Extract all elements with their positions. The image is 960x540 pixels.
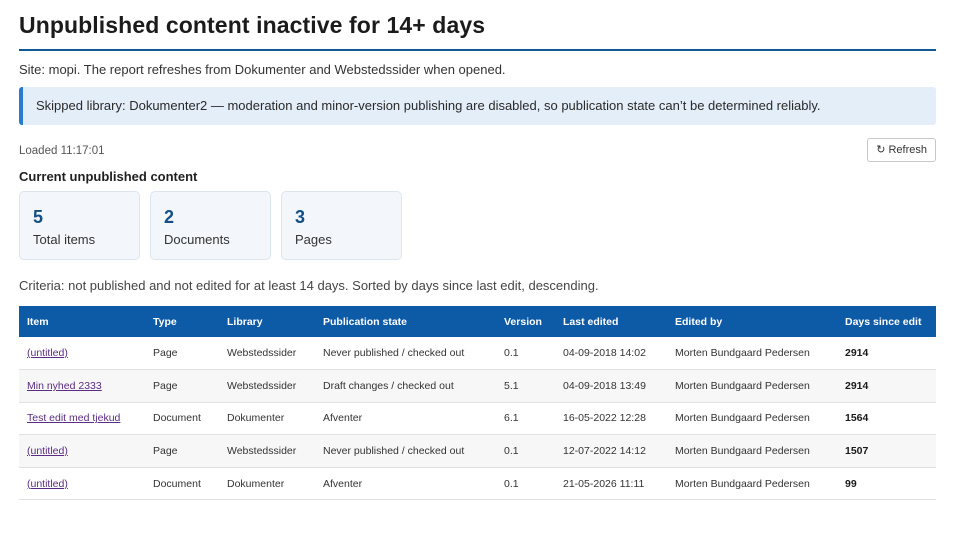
cell-item: (untitled) [19, 337, 145, 370]
title-divider [19, 49, 936, 51]
cell-item: Test edit med tjekud [19, 402, 145, 435]
cell-type: Page [153, 445, 178, 458]
cell-item: (untitled) [19, 435, 145, 468]
refresh-label: Refresh [888, 144, 927, 156]
cell-last-edited: 16-05-2022 12:28 [563, 412, 646, 425]
cell-edited-by: Morten Bundgaard Pedersen [675, 477, 810, 490]
col-header-item: Item [27, 315, 49, 328]
card-documents: 2 Documents [150, 191, 271, 260]
cell-days-since-edit: 2914 [845, 379, 869, 392]
cell-last-edited: 21-05-2026 11:11 [563, 477, 645, 490]
table-row: (untitled) Page Webstedssider Never publ… [19, 337, 936, 370]
cell-last-edited: 04-09-2018 13:49 [563, 379, 646, 392]
card-number: 5 [33, 207, 44, 227]
item-link[interactable]: Test edit med tjekud [27, 412, 120, 424]
cell-item: Min nyhed 2333 [19, 370, 145, 403]
cell-version: 0.1 [504, 445, 519, 458]
col-header-library: Library [227, 315, 263, 328]
cell-version: 0.1 [504, 347, 519, 360]
item-link[interactable]: (untitled) [27, 347, 68, 359]
site-description: Site: mopi. The report refreshes from Do… [19, 62, 506, 77]
cell-type: Page [153, 347, 178, 360]
section-heading: Current unpublished content [19, 169, 198, 184]
page-title: Unpublished content inactive for 14+ day… [19, 12, 486, 38]
unpublished-content-table: Item Type Library Publication state Vers… [19, 306, 936, 500]
card-number: 3 [295, 207, 306, 227]
skipped-library-notice: Skipped library: Dokumenter2 — moderatio… [19, 87, 936, 125]
card-total-items: 5 Total items [19, 191, 140, 260]
cell-edited-by: Morten Bundgaard Pedersen [675, 347, 810, 360]
cell-publication-state: Never published / checked out [323, 347, 465, 360]
item-link[interactable]: Min nyhed 2333 [27, 380, 102, 392]
loaded-timestamp: Loaded 11:17:01 [19, 145, 105, 157]
cell-item: (untitled) [19, 467, 145, 500]
col-header-last-edited: Last edited [563, 315, 619, 328]
cell-publication-state: Never published / checked out [323, 445, 465, 458]
card-number: 2 [164, 207, 175, 227]
cell-days-since-edit: 99 [845, 477, 857, 490]
refresh-button[interactable]: ↻ Refresh [867, 138, 936, 162]
cell-publication-state: Draft changes / checked out [323, 379, 454, 392]
card-label: Total items [33, 232, 96, 247]
table-row: (untitled) Document Dokumenter Afventer … [19, 467, 936, 500]
card-label: Documents [164, 232, 230, 247]
cell-days-since-edit: 2914 [845, 347, 869, 360]
table-row: (untitled) Page Webstedssider Never publ… [19, 434, 936, 468]
cell-last-edited: 04-09-2018 14:02 [563, 347, 646, 360]
table-row: Test edit med tjekud Document Dokumenter… [19, 402, 936, 435]
cell-edited-by: Morten Bundgaard Pedersen [675, 379, 810, 392]
card-label: Pages [295, 232, 332, 247]
cell-days-since-edit: 1507 [845, 445, 869, 458]
cell-publication-state: Afventer [323, 477, 363, 490]
table-header-row: Item Type Library Publication state Vers… [19, 306, 936, 337]
loaded-row: Loaded 11:17:01 ↻ Refresh [19, 138, 936, 164]
item-link[interactable]: (untitled) [27, 478, 68, 490]
cell-days-since-edit: 1564 [845, 412, 869, 425]
report-page: Unpublished content inactive for 14+ day… [0, 0, 960, 500]
cell-type: Document [153, 477, 201, 490]
item-link[interactable]: (untitled) [27, 445, 68, 457]
cell-type: Document [153, 412, 201, 425]
card-pages: 3 Pages [281, 191, 402, 260]
col-header-publication-state: Publication state [323, 315, 408, 328]
table-row: Min nyhed 2333 Page Webstedssider Draft … [19, 369, 936, 403]
col-header-type: Type [153, 315, 177, 328]
criteria-text: Criteria: not published and not edited f… [19, 278, 599, 293]
cell-library: Webstedssider [227, 379, 297, 392]
refresh-icon: ↻ [876, 144, 886, 156]
col-header-edited-by: Edited by [675, 315, 723, 328]
cell-version: 6.1 [504, 412, 519, 425]
cell-library: Dokumenter [227, 477, 285, 490]
cell-edited-by: Morten Bundgaard Pedersen [675, 445, 810, 458]
cell-library: Dokumenter [227, 412, 285, 425]
col-header-version: Version [504, 315, 542, 328]
cell-edited-by: Morten Bundgaard Pedersen [675, 412, 810, 425]
cell-type: Page [153, 379, 178, 392]
cell-version: 5.1 [504, 379, 519, 392]
cell-publication-state: Afventer [323, 412, 363, 425]
cell-library: Webstedssider [227, 445, 297, 458]
cell-version: 0.1 [504, 477, 519, 490]
summary-cards: 5 Total items 2 Documents 3 Pages [19, 191, 936, 260]
col-header-days-since-edit: Days since edit [845, 315, 922, 328]
cell-library: Webstedssider [227, 347, 297, 360]
cell-last-edited: 12-07-2022 14:12 [563, 445, 646, 458]
